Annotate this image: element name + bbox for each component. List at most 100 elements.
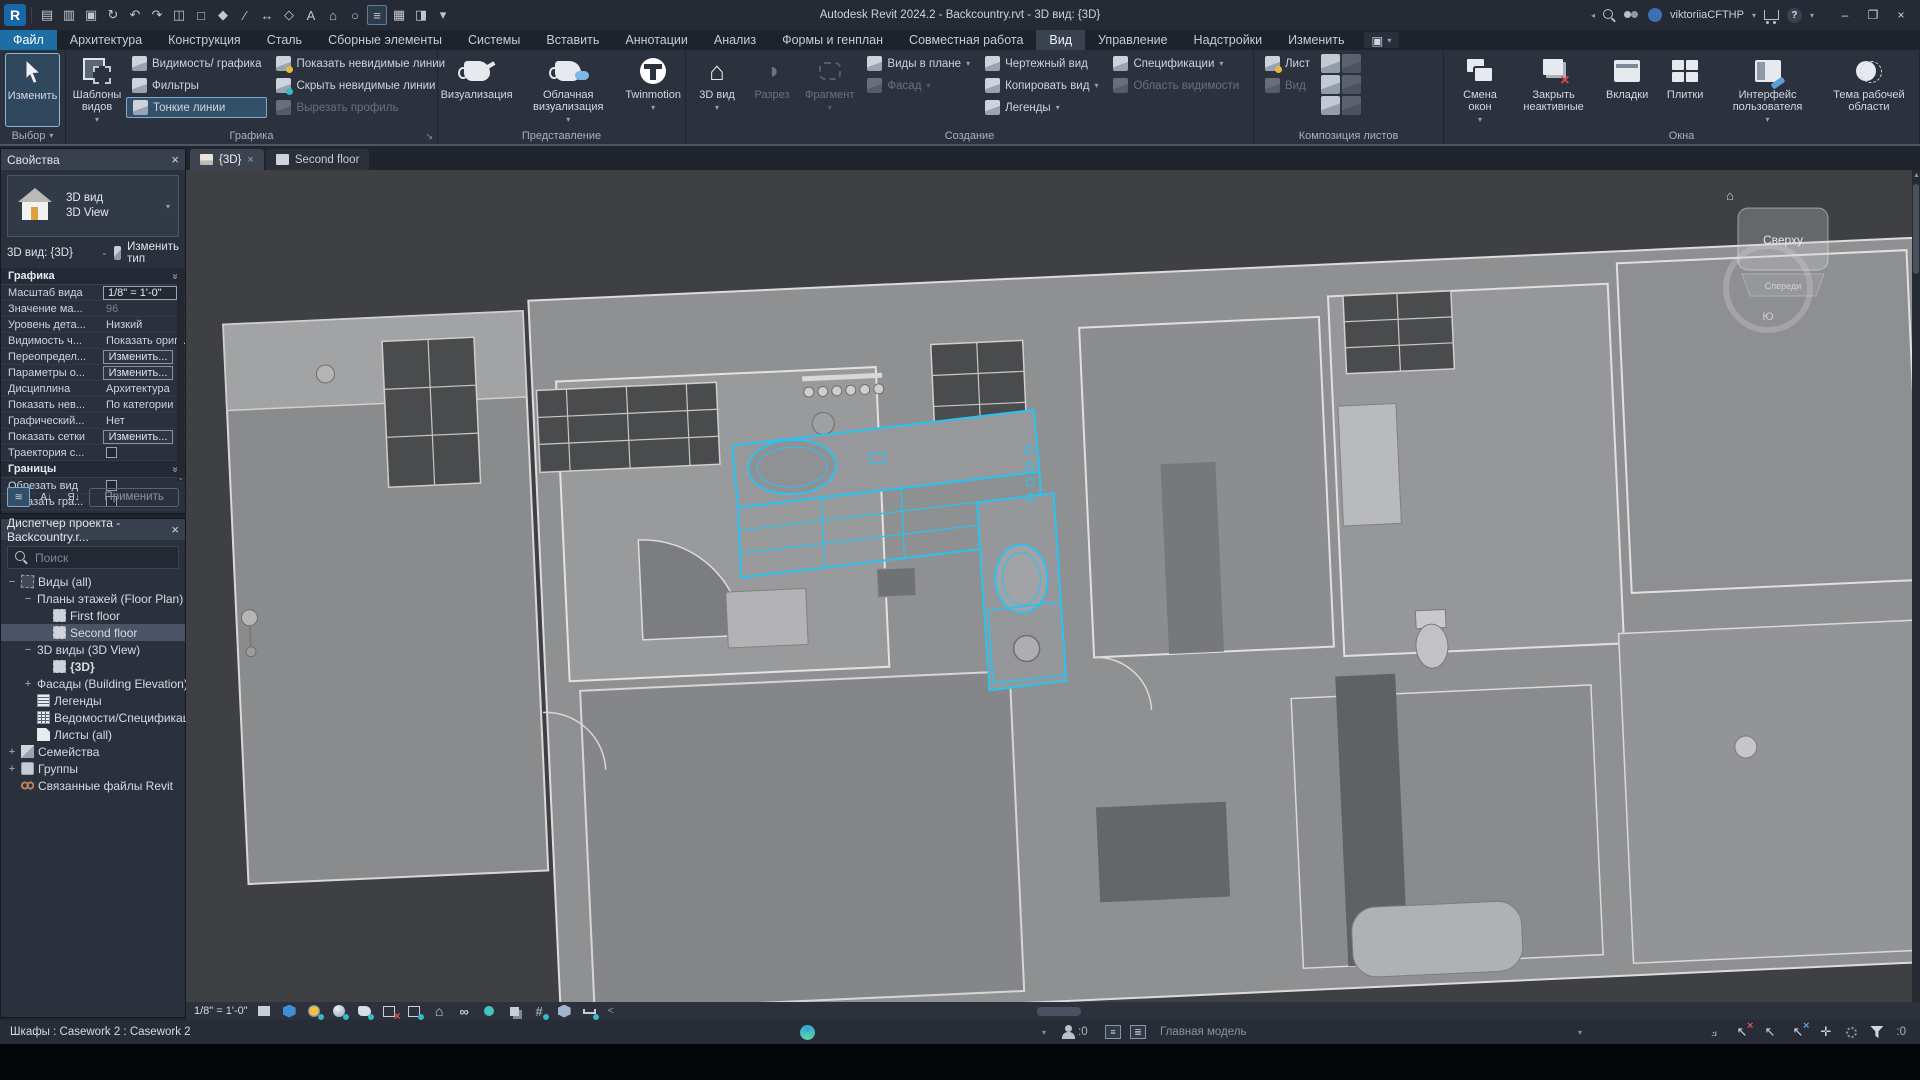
model-chevron-icon[interactable]: ▾ (1578, 1028, 1582, 1037)
design-options-icon[interactable]: ≣ (1130, 1025, 1146, 1039)
elevation-view-button[interactable]: Фасад▾ (861, 75, 976, 96)
preview-icon[interactable]: □ (191, 5, 211, 25)
ribbon-tab-[interactable]: Системы (455, 30, 533, 50)
property-input[interactable]: 1/8" = 1'-0" (103, 286, 177, 300)
switch-windows-icon[interactable]: ◨ (411, 5, 431, 25)
tree-expander-icon[interactable]: + (7, 763, 17, 775)
plan-views-button[interactable]: Виды в плане▾ (861, 53, 976, 74)
properties-header[interactable]: Свойства × (1, 149, 185, 170)
thin-lines-button[interactable]: Тонкие линии (126, 97, 267, 118)
ribbon-tab-[interactable]: Конструкция (155, 30, 254, 50)
project-browser-close-icon[interactable]: × (171, 522, 179, 537)
properties-scrollbar[interactable] (177, 269, 184, 481)
filters-button[interactable]: Фильтры (126, 75, 267, 96)
displace-elements-icon[interactable] (507, 1004, 522, 1018)
project-browser-header[interactable]: Диспетчер проекта - Backcountry.r... × (1, 519, 185, 540)
tree-expander-icon[interactable]: + (23, 678, 33, 690)
temporary-view-properties-icon[interactable] (482, 1004, 497, 1018)
visibility-graphics-button[interactable]: Видимость/ графика (126, 53, 267, 74)
tree-item[interactable]: − Планы этажей (Floor Plan) (1, 590, 185, 607)
drag-on-selection-icon[interactable]: ✛ (1818, 1025, 1833, 1040)
horizontal-scrollbar-thumb[interactable] (1037, 1007, 1081, 1016)
viewport-icon[interactable] (1342, 96, 1361, 115)
reveal-hidden-elements-icon[interactable]: ∞ (457, 1004, 472, 1018)
property-edit-button[interactable]: Изменить... (103, 366, 173, 380)
status-chevron-icon[interactable]: ▾ (1042, 1028, 1046, 1037)
modify-button[interactable]: Изменить (5, 53, 60, 127)
worksharing-display-icon[interactable] (557, 1004, 572, 1018)
activate-view-icon[interactable] (1342, 75, 1361, 94)
account-name[interactable]: viktoriiaCFTHP (1670, 9, 1744, 21)
tree-item[interactable]: Second floor (1, 624, 185, 641)
tile-views-button[interactable]: Плитки (1659, 53, 1711, 127)
callout-view-button[interactable]: Фрагмент▾ (801, 53, 858, 127)
ribbon-display-options[interactable]: ▣▾ (1364, 32, 1400, 48)
apply-button[interactable]: Применить (89, 488, 179, 507)
properties-close-icon[interactable]: × (171, 152, 179, 167)
avatar[interactable] (1648, 8, 1662, 22)
property-value[interactable]: Показать ориг... (103, 335, 185, 347)
aligned-dimension-icon[interactable]: ↔ (257, 5, 277, 25)
tree-expander-icon[interactable]: − (23, 593, 33, 605)
section-box-icon[interactable] (582, 1004, 597, 1018)
tree-item[interactable]: + Семейства (1, 743, 185, 760)
measure-icon[interactable]: ∕ (235, 5, 255, 25)
user-interface-button[interactable]: Интерфейс пользователя▾ (1717, 53, 1818, 127)
revit-logo-icon[interactable]: R (4, 4, 26, 26)
property-value[interactable]: По категории (103, 399, 185, 411)
show-crop-region-icon[interactable] (407, 1004, 422, 1018)
sort-default-icon[interactable]: ≋ (7, 487, 30, 507)
ribbon-tab-file[interactable]: Файл (0, 30, 57, 50)
minimize-button[interactable]: – (1832, 4, 1858, 26)
model-bathtub[interactable] (1351, 900, 1524, 978)
collaboration-status-icon[interactable] (800, 1025, 815, 1040)
scope-box-button[interactable]: Область видимости (1107, 75, 1245, 96)
visual-style-icon[interactable] (282, 1004, 297, 1018)
type-selector-chevron-icon[interactable]: ▾ (166, 202, 170, 211)
render-button[interactable]: Визуализация (443, 53, 510, 127)
ribbon-tab-[interactable]: Формы и генплан (769, 30, 896, 50)
ribbon-tab-[interactable]: Архитектура (57, 30, 155, 50)
community-icon[interactable] (1624, 10, 1640, 20)
ribbon-tab-[interactable]: Надстройки (1181, 30, 1276, 50)
open-icon[interactable]: ▥ (59, 5, 79, 25)
select-pinned-icon[interactable]: ↖ (1762, 1025, 1777, 1040)
tree-item[interactable]: Листы (all) (1, 726, 185, 743)
3d-model-view[interactable]: Сверху Спереди Ю ⌂ (186, 170, 1920, 1002)
ribbon-tab-[interactable]: Сборные элементы (315, 30, 455, 50)
tree-item[interactable]: − Виды (all) (1, 573, 185, 590)
tree-item[interactable]: Ведомости/Спецификации (all) (1, 709, 185, 726)
tree-item[interactable]: + Фасады (Building Elevation) (1, 675, 185, 692)
sort-ascending-icon[interactable]: А↓ (34, 487, 57, 507)
panel-select-label[interactable]: Выбор▾ (0, 127, 65, 144)
panel-launcher-icon[interactable]: ↘ (425, 131, 433, 142)
detail-level-icon[interactable] (257, 1004, 272, 1018)
text-icon[interactable]: A (301, 5, 321, 25)
edit-type-button[interactable]: Изменить тип (127, 241, 179, 265)
redo-icon[interactable]: ↷ (147, 5, 167, 25)
type-selector[interactable]: 3D вид 3D View ▾ (7, 175, 179, 237)
new-sheet-button[interactable]: Лист (1259, 53, 1316, 74)
ribbon-tab-[interactable]: Анализ (701, 30, 769, 50)
property-value[interactable]: Низкий (103, 319, 185, 331)
title-block-icon[interactable] (1321, 54, 1340, 73)
tag-icon[interactable]: ◇ (279, 5, 299, 25)
tree-expander-icon[interactable]: + (7, 746, 17, 758)
ribbon-tab-[interactable]: Совместная работа (896, 30, 1036, 50)
property-section[interactable]: Границы« (1, 461, 185, 478)
pin-icon[interactable]: ◆ (213, 5, 233, 25)
browser-search-input[interactable]: Поиск (7, 546, 179, 569)
view-tab[interactable]: {3D}× (190, 149, 264, 170)
property-edit-button[interactable]: Изменить... (103, 430, 173, 444)
lock-3d-view-icon[interactable]: ⌂ (432, 1004, 447, 1018)
help-icon[interactable]: ? (1787, 8, 1802, 23)
view-control-collapse-icon[interactable]: < (608, 1005, 614, 1017)
sun-settings-icon[interactable] (307, 1004, 322, 1018)
background-processes-icon[interactable] (1846, 1027, 1857, 1038)
model-toilet[interactable] (1414, 609, 1449, 668)
property-checkbox[interactable] (106, 447, 117, 458)
align-views-icon[interactable] (1342, 54, 1361, 73)
ribbon-tab-[interactable]: Управление (1085, 30, 1181, 50)
view-tab-close-icon[interactable]: × (247, 154, 253, 166)
tree-item[interactable]: + Группы (1, 760, 185, 777)
